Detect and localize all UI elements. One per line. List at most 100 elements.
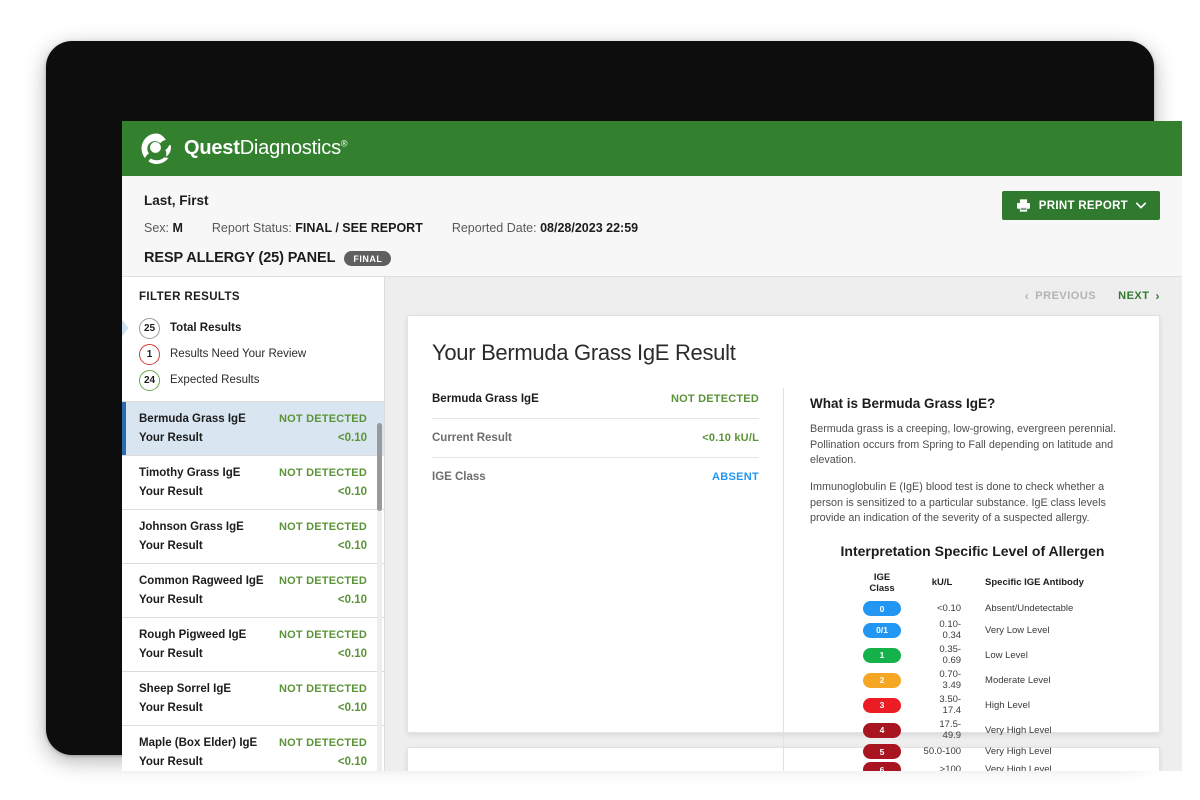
screen-viewport: QuestDiagnostics® Last, First Sex: M Rep… (122, 121, 1182, 771)
result-value: <0.10 (337, 486, 367, 498)
table-row: 2 0.70-3.49 Moderate Level (851, 668, 1094, 693)
table-row: 0/1 0.10-0.34 Very Low Level (851, 618, 1094, 643)
table-row: 4 17.5-49.9 Very High Level (851, 718, 1094, 743)
antibody-level-cell: Very Low Level (985, 624, 1050, 636)
kul-range-cell: >100 (939, 764, 962, 771)
table-row: 5 50.0-100 Very High Level (851, 743, 1094, 761)
result-name: Common Ragweed IgE (139, 575, 264, 587)
result-row-label: IGE Class (432, 471, 486, 483)
previous-button[interactable]: ‹ PREVIOUS (1025, 290, 1096, 302)
chevron-left-icon: ‹ (1024, 289, 1030, 303)
result-name: Maple (Box Elder) IgE (139, 737, 258, 749)
antibody-level-cell: Low Level (985, 649, 1028, 661)
sidebar-scrollbar[interactable] (377, 423, 382, 771)
list-item[interactable]: Johnson Grass IgE NOT DETECTED Your Resul… (122, 510, 384, 564)
result-row-label: Current Result (432, 432, 512, 444)
brand-trademark: ® (340, 138, 348, 149)
list-item[interactable]: Rough Pigweed IgE NOT DETECTED Your Resul… (122, 618, 384, 672)
sex-value: M (172, 221, 183, 235)
result-name: Rough Pigweed IgE (139, 629, 247, 641)
ige-class-cell: 3 (851, 693, 913, 718)
filter-needs-review[interactable]: 1 Results Need Your Review (122, 341, 384, 367)
ige-class-cell: 2 (851, 668, 913, 693)
antibody-level-cell: Very High Level (985, 724, 1052, 736)
ige-class-pill: 0/1 (863, 622, 902, 638)
info-panel: What is Bermuda Grass IgE? Bermuda grass… (783, 388, 1159, 771)
filter-count-badge: 25 (139, 317, 160, 339)
patient-header: Last, First Sex: M Report Status: FINAL … (122, 176, 1182, 277)
antibody-level-cell: Absent/Undetectable (985, 603, 1074, 615)
filter-label: Expected Results (170, 374, 260, 386)
list-item[interactable]: Timothy Grass IgE NOT DETECTED Your Resul… (122, 456, 384, 510)
ige-class-cell: 1 (851, 643, 913, 668)
result-row-ige-class: IGE Class ABSENT (432, 458, 759, 496)
result-sublabel: Your Result (139, 702, 203, 714)
antibody-level-cell: High Level (985, 699, 1030, 711)
result-status: NOT DETECTED (279, 737, 367, 749)
kul-range-cell: <0.10 (937, 603, 962, 615)
page-title: Your Bermuda Grass IgE Result (432, 340, 736, 365)
info-paragraph-1: Bermuda grass is a creeping, low-growing… (810, 423, 1117, 467)
result-value: <0.10 (337, 540, 367, 552)
quest-swirl-logo-icon (141, 133, 171, 164)
result-name: Bermuda Grass IgE (139, 413, 246, 425)
antibody-level-cell: Very High Level (985, 764, 1052, 771)
ige-class-cell: 6 (851, 761, 913, 771)
table-row: 6 >100 Very High Level (851, 761, 1094, 771)
ige-class-pill: 0 (863, 601, 902, 617)
printer-icon (1016, 199, 1030, 212)
list-item[interactable]: Maple (Box Elder) IgE NOT DETECTED Your R… (122, 726, 384, 771)
chevron-right-icon: › (1155, 289, 1160, 303)
column-header-antibody: Specific IGE Antibody (985, 577, 1084, 589)
brand-header-bar: QuestDiagnostics® (122, 121, 1182, 176)
result-value: <0.10 (337, 702, 367, 714)
ige-class-cell: 4 (851, 718, 913, 743)
ige-class-pill: 1 (863, 647, 902, 663)
print-report-button[interactable]: PRINT REPORT (1001, 191, 1160, 220)
result-sublabel: Your Result (139, 648, 203, 660)
info-panel-heading: What is Bermuda Grass IgE? (810, 396, 996, 411)
main-pane: ‹ PREVIOUS NEXT › Your Bermuda Grass IgE… (385, 277, 1182, 771)
active-filter-pointer-icon (122, 319, 128, 337)
filter-total-results[interactable]: 25 Total Results (122, 315, 384, 341)
result-status: NOT DETECTED (279, 629, 367, 641)
result-sublabel: Your Result (139, 432, 203, 444)
result-sublabel: Your Result (139, 594, 203, 606)
brand-name-light: Diagnostics (239, 137, 341, 159)
report-status-label: Report Status: (211, 221, 292, 235)
table-header-row: IGE Class kU/L Specific IGE Antibody (851, 572, 1094, 600)
chevron-down-icon (1136, 202, 1146, 209)
brand-wordmark: QuestDiagnostics® (184, 137, 348, 160)
filter-expected-results[interactable]: 24 Expected Results (122, 367, 384, 393)
results-list[interactable]: Bermuda Grass IgE NOT DETECTED Your Resul… (122, 401, 384, 771)
column-header-ige-class: IGE Class (869, 571, 895, 594)
panel-title: RESP ALLERGY (25) PANEL (144, 250, 336, 266)
panel-title-row: RESP ALLERGY (25) PANEL FINAL (144, 250, 1160, 266)
kul-range-cell: 0.10-0.34 (939, 619, 962, 642)
print-report-label: PRINT REPORT (1038, 199, 1128, 212)
patient-meta-row: Sex: M Report Status: FINAL / SEE REPORT… (144, 221, 1160, 235)
sex-label: Sex: (144, 221, 170, 235)
list-item[interactable]: Bermuda Grass IgE NOT DETECTED Your Resul… (122, 402, 384, 456)
result-values-column: Bermuda Grass IgE NOT DETECTED Current R… (408, 388, 783, 771)
list-item[interactable]: Common Ragweed IgE NOT DETECTED Your Resu… (122, 564, 384, 618)
result-value: <0.10 (337, 432, 367, 444)
result-value: <0.10 (337, 756, 367, 768)
result-value: <0.10 (337, 594, 367, 606)
list-item[interactable]: Sheep Sorrel IgE NOT DETECTED Your Result… (122, 672, 384, 726)
table-row: 0 <0.10 Absent/Undetectable (851, 600, 1094, 618)
antibody-level-cell: Very High Level (985, 746, 1052, 758)
status-badge: FINAL (344, 250, 392, 266)
card-columns: Bermuda Grass IgE NOT DETECTED Current R… (408, 388, 1159, 771)
result-name: Timothy Grass IgE (139, 467, 241, 479)
interpretation-title: Interpretation Specific Level of Allerge… (840, 542, 1105, 559)
result-status: NOT DETECTED (279, 521, 367, 533)
result-status: NOT DETECTED (279, 683, 367, 695)
antibody-level-cell: Moderate Level (985, 674, 1051, 686)
result-status: NOT DETECTED (279, 575, 367, 587)
sidebar-scrollbar-thumb[interactable] (377, 423, 382, 511)
result-row-current: Current Result <0.10 kU/L (432, 419, 759, 458)
next-button[interactable]: NEXT › (1118, 290, 1160, 302)
result-detail-card: Your Bermuda Grass IgE Result Bermuda Gr… (407, 315, 1160, 771)
result-status: NOT DETECTED (279, 467, 367, 479)
